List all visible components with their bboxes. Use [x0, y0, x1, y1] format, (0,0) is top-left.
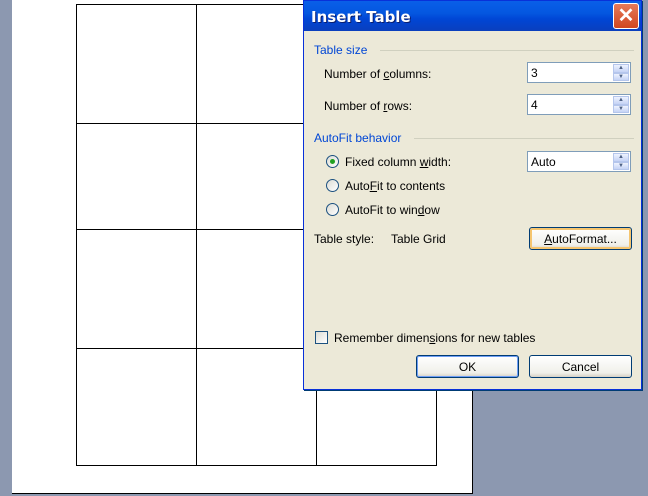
table-cell[interactable]	[196, 348, 317, 466]
columns-stepper[interactable]: 3 ▲ ▼	[527, 62, 631, 83]
remember-dimensions-label[interactable]: Remember dimensions for new tables	[334, 331, 535, 345]
table-style-label: Table style:	[314, 232, 375, 246]
rows-label: Number of rows:	[324, 99, 413, 113]
autofit-group-label: AutoFit behavior	[314, 131, 402, 145]
dialog-title: Insert Table	[311, 8, 411, 26]
fixed-width-value[interactable]: Auto	[531, 155, 556, 169]
autofit-contents-radio[interactable]	[326, 179, 339, 192]
columns-value[interactable]: 3	[531, 66, 538, 80]
autofit-window-label[interactable]: AutoFit to window	[345, 203, 440, 217]
table-cell[interactable]	[196, 4, 317, 124]
group-divider	[414, 138, 634, 139]
fixed-width-label[interactable]: Fixed column width:	[345, 155, 451, 169]
dialog-titlebar[interactable]: Insert Table ✕	[304, 1, 641, 31]
ok-button[interactable]: OK	[416, 355, 519, 378]
rows-value[interactable]: 4	[531, 98, 538, 112]
table-cell[interactable]	[196, 123, 317, 230]
rows-stepper[interactable]: 4 ▲ ▼	[527, 94, 631, 115]
table-size-group-label: Table size	[314, 43, 368, 57]
spin-up-icon[interactable]: ▲	[613, 153, 629, 162]
spin-down-icon[interactable]: ▼	[613, 161, 629, 170]
columns-label: Number of columns:	[324, 67, 432, 81]
table-cell[interactable]	[76, 348, 197, 466]
autofit-contents-label[interactable]: AutoFit to contents	[345, 179, 445, 193]
close-icon[interactable]: ✕	[613, 3, 639, 29]
table-cell[interactable]	[76, 229, 197, 349]
insert-table-dialog: Insert Table ✕ Table size Number of colu…	[303, 0, 642, 390]
table-style-value: Table Grid	[391, 232, 446, 246]
desktop-strip	[0, 0, 12, 496]
table-cell[interactable]	[76, 4, 197, 124]
remember-dimensions-checkbox[interactable]	[315, 331, 328, 344]
autoformat-button[interactable]: AutoFormat...	[529, 227, 632, 250]
spin-down-icon[interactable]: ▼	[613, 104, 629, 113]
group-divider	[380, 50, 634, 51]
table-cell[interactable]	[196, 229, 317, 349]
table-cell[interactable]	[76, 123, 197, 230]
autofit-window-radio[interactable]	[326, 203, 339, 216]
spin-up-icon[interactable]: ▲	[613, 96, 629, 105]
spin-up-icon[interactable]: ▲	[613, 64, 629, 73]
cancel-button[interactable]: Cancel	[529, 355, 632, 378]
spin-down-icon[interactable]: ▼	[613, 72, 629, 81]
fixed-width-radio[interactable]	[326, 155, 339, 168]
fixed-width-stepper[interactable]: Auto ▲ ▼	[527, 151, 631, 172]
